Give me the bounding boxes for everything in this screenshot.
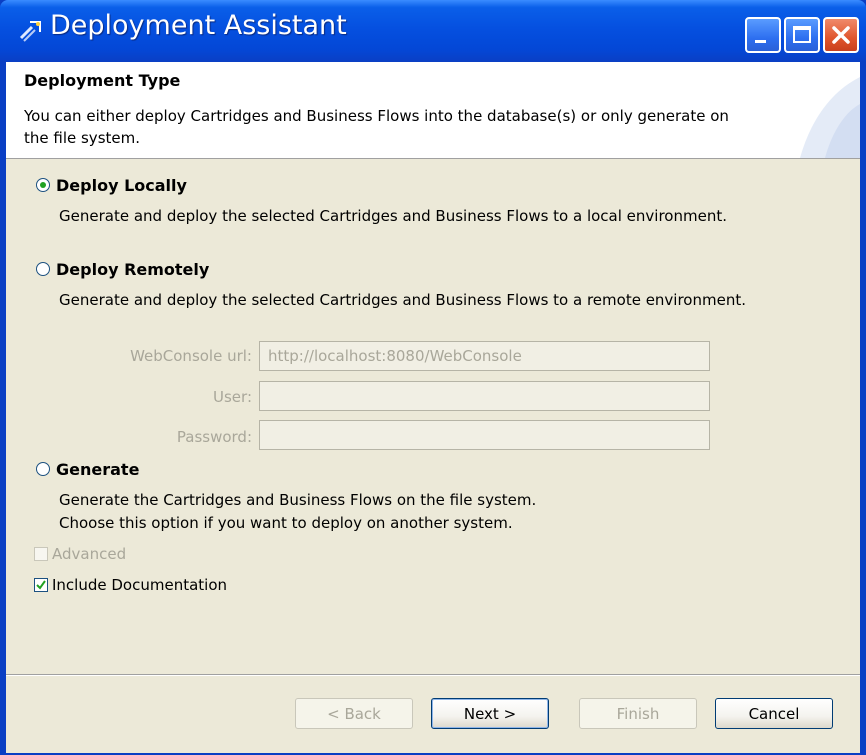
- advanced-checkbox[interactable]: [34, 547, 48, 561]
- checkmark-icon: [36, 580, 46, 590]
- maximize-button[interactable]: [784, 17, 820, 53]
- close-button[interactable]: [823, 17, 859, 53]
- generate-description-line1: Generate the Cartridges and Business Flo…: [59, 491, 537, 509]
- include-documentation-checkbox[interactable]: [34, 578, 48, 592]
- generate-label: Generate: [56, 459, 140, 479]
- back-button[interactable]: < Back: [295, 698, 413, 729]
- close-icon: [832, 26, 850, 44]
- deploy-locally-option[interactable]: Deploy Locally: [36, 174, 187, 196]
- deploy-wizard-icon: [19, 21, 41, 42]
- minimize-icon: [755, 40, 766, 43]
- deploy-locally-label: Deploy Locally: [56, 175, 187, 195]
- password-input[interactable]: [259, 420, 710, 450]
- page-description: You can either deploy Cartridges and Bus…: [24, 107, 729, 147]
- deploy-remotely-label: Deploy Remotely: [56, 259, 210, 279]
- advanced-option[interactable]: Advanced: [34, 544, 126, 564]
- page-title: Deployment Type: [24, 71, 181, 90]
- user-label: User:: [213, 388, 252, 406]
- title-bar[interactable]: Deployment Assistant: [0, 0, 866, 62]
- deploy-remotely-description: Generate and deploy the selected Cartrid…: [59, 291, 746, 309]
- advanced-label: Advanced: [52, 545, 127, 563]
- webconsole-url-label: WebConsole url:: [130, 347, 252, 365]
- generate-radio[interactable]: [36, 462, 50, 476]
- include-documentation-label: Include Documentation: [52, 576, 228, 594]
- generate-description-line2: Choose this option if you want to deploy…: [59, 514, 513, 532]
- webconsole-url-input[interactable]: [259, 341, 710, 371]
- deployment-assistant-window: Deployment Assistant Deployment Type You…: [0, 0, 866, 755]
- finish-button[interactable]: Finish: [579, 698, 697, 729]
- user-input[interactable]: [259, 381, 710, 411]
- next-button[interactable]: Next >: [431, 698, 549, 729]
- header-banner: Deployment Type You can either deploy Ca…: [6, 62, 860, 159]
- generate-option[interactable]: Generate: [36, 458, 139, 480]
- footer-separator-highlight: [6, 675, 860, 676]
- deploy-locally-description: Generate and deploy the selected Cartrid…: [59, 207, 727, 225]
- cancel-button[interactable]: Cancel: [715, 698, 833, 729]
- deploy-remotely-option[interactable]: Deploy Remotely: [36, 258, 209, 280]
- password-label: Password:: [176, 428, 252, 446]
- maximize-icon: [793, 26, 811, 43]
- minimize-button[interactable]: [745, 17, 781, 53]
- deploy-locally-radio[interactable]: [36, 178, 50, 192]
- deploy-remotely-radio[interactable]: [36, 262, 50, 276]
- dialog-client-area: Deployment Type You can either deploy Ca…: [6, 62, 860, 753]
- window-title: Deployment Assistant: [50, 10, 347, 41]
- banner-decoration: [800, 77, 860, 158]
- include-documentation-option[interactable]: Include Documentation: [34, 575, 227, 595]
